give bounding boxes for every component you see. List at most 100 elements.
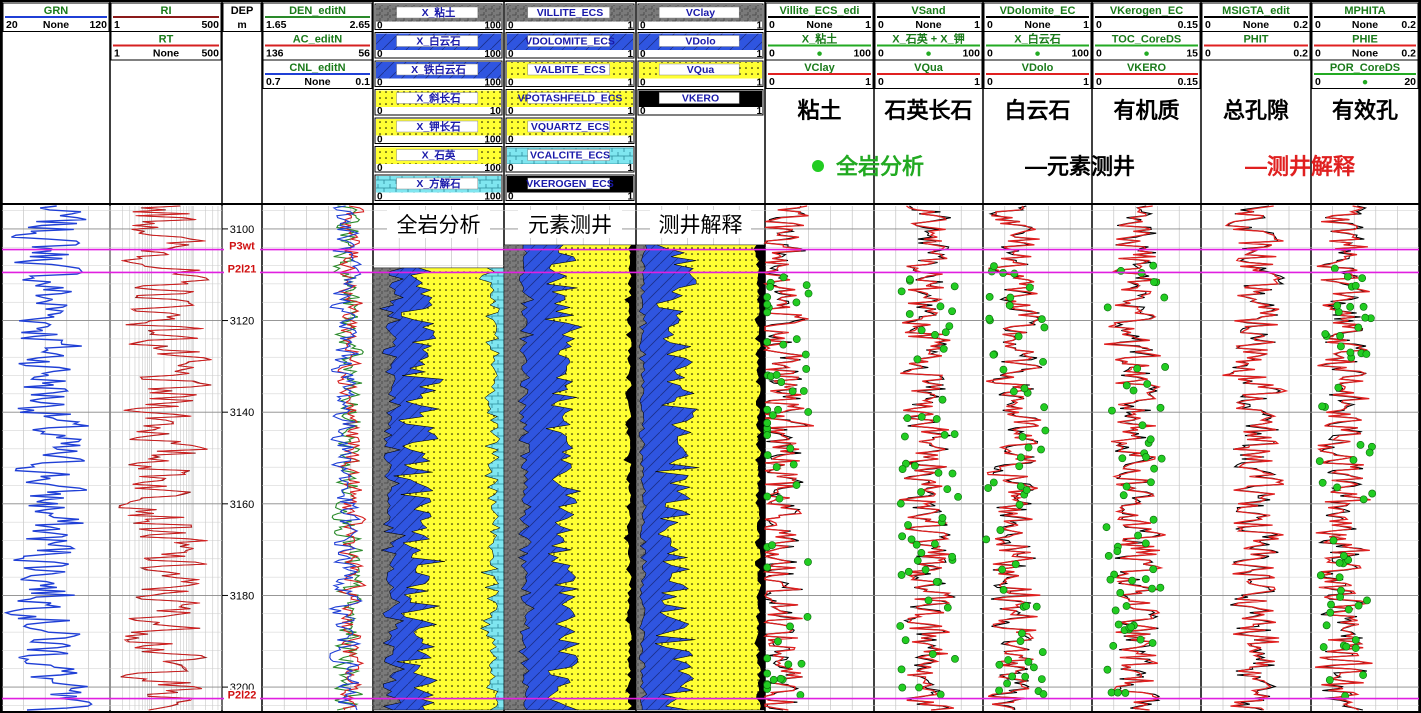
core-data-point [931,540,939,548]
core-data-point [763,418,772,427]
legend-min: 0 [377,78,383,89]
legend-max: 1 [756,106,762,117]
header-mid: None [806,19,832,31]
header-min: 0 [769,48,775,60]
core-data-point [1157,454,1166,463]
core-data-point [1150,464,1159,473]
header-mid: None [304,76,330,88]
core-data-point [1325,676,1334,684]
core-data-point [775,494,784,503]
core-data-point [898,532,907,541]
legend-min: 0 [508,49,514,60]
header-min: 0 [1096,48,1102,60]
core-data-point [1138,421,1147,430]
legend-name: VKERO [682,93,719,105]
core-data-point [904,567,913,576]
header-min: 0 [1096,19,1102,31]
legend-name: VDOLOMITE_ECS [525,36,615,48]
core-data-point [1156,403,1165,412]
core-data-point [1354,323,1363,332]
legend-max: 1 [627,106,633,117]
legend-name: VALBITE_ECS [534,64,606,76]
core-data-point [1161,363,1170,371]
core-data-point [1334,308,1343,316]
core-data-point [1319,643,1328,651]
core-data-point [905,310,914,318]
depth-tick-label: 3160 [230,499,254,511]
formation-top-label: P2l21 [228,263,257,275]
legend-min: 0 [508,192,514,203]
core-data-point [763,492,772,501]
header-name: POR_CoreDS [1330,62,1400,74]
legend-max: 10 [490,106,502,117]
legend-core-dot [812,160,824,172]
well-log-chart: GRN20 None 120RI1 500RT1 None 500DEPmDEN_edit… [0,0,1421,713]
core-data-point [928,650,937,659]
header-mid: ● [1034,48,1040,60]
legend-name: VPOTASHFELD_ECS [518,93,623,105]
core-data-point [1322,621,1331,630]
core-data-point [1136,635,1145,644]
legend-max: 1 [627,49,633,60]
header-name: VDolo [1022,62,1054,74]
core-data-point [1346,348,1355,357]
core-data-point [1141,539,1150,548]
legend-name: VKEROGEN_ECS [526,178,614,190]
core-data-point [998,565,1006,574]
legend-max: 100 [484,192,501,203]
core-data-point [803,612,812,621]
header-name: RI [161,5,172,17]
core-data-point [802,365,811,373]
core-data-point [1142,453,1150,461]
core-data-point [932,577,941,586]
core-data-point [763,681,772,689]
core-data-point [1133,364,1142,373]
core-data-point [1008,672,1017,681]
core-data-point [1335,559,1344,567]
header-max: 1 [865,76,871,88]
core-data-point [1150,278,1158,286]
header-mid: None [153,48,179,60]
core-data-point [941,328,950,337]
header-name: TOC_CoreDS [1112,34,1181,46]
header-min: 0 [1096,76,1102,88]
core-data-point [1327,600,1335,609]
header-mid: ● [816,48,822,60]
core-data-point [1335,573,1344,582]
header-max: 0.15 [1178,19,1199,31]
core-data-point [1011,560,1020,569]
core-data-point [1363,596,1371,605]
core-data-point [1005,301,1014,310]
core-data-point [1343,272,1352,281]
core-data-point [1149,261,1158,270]
core-data-point [789,460,798,469]
ri-curve [118,205,212,711]
core-data-point [1351,281,1360,290]
legend-name: X_粘土 [422,6,456,19]
header-name: MSIGTA_edit [1222,5,1290,17]
core-data-point [1356,440,1365,449]
core-data-point [792,298,801,307]
core-data-point [936,302,945,311]
core-data-point [1147,478,1155,487]
legend-min: 0 [640,78,646,89]
core-data-point [1104,551,1113,560]
core-data-point [1119,491,1128,500]
core-data-point [1122,381,1131,390]
legend-max: 1 [627,163,633,174]
core-data-point [913,355,922,364]
legend-min: 0 [377,135,383,146]
core-data-point [989,478,998,487]
header-min: 0 [1205,19,1211,31]
legend-interp-label: —测井解释 [1245,154,1356,179]
core-data-point [1021,672,1030,681]
header-max: 1 [974,76,980,88]
core-data-point [779,340,788,349]
core-data-point [1315,457,1324,466]
core-data-point [788,387,797,396]
header-max: 0.2 [1401,19,1416,31]
header-mid: m [237,19,246,31]
core-data-point [1329,536,1338,545]
core-data-point [907,535,916,544]
header-mid: None [43,19,69,31]
